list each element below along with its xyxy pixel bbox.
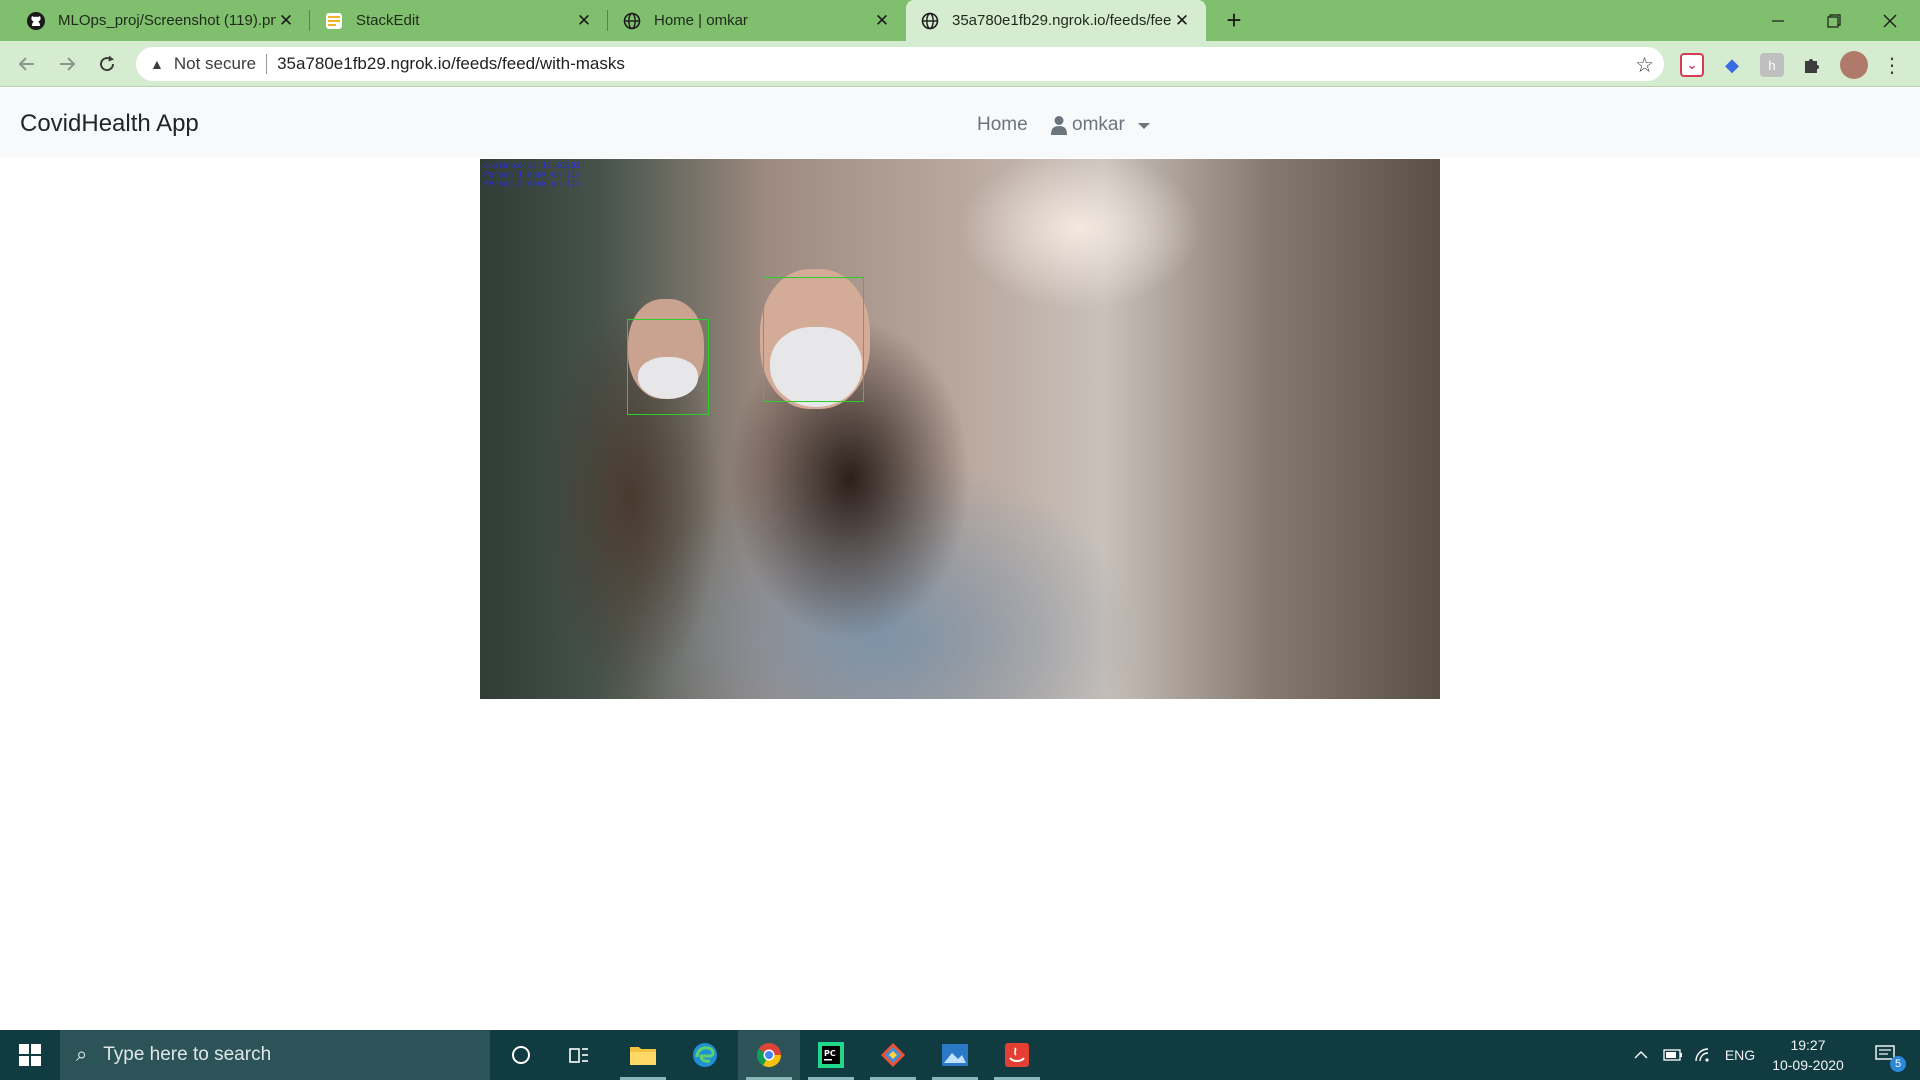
- stackedit-icon: [324, 11, 344, 31]
- minimize-icon[interactable]: [1750, 0, 1806, 41]
- nav-user-dropdown[interactable]: omkar: [1072, 114, 1125, 136]
- taskbar-search-box[interactable]: ⌕ Type here to search: [60, 1030, 490, 1080]
- tab-ngrok-feed[interactable]: 35a780e1fb29.ngrok.io/feeds/fee ✕: [906, 0, 1206, 41]
- user-icon: [1051, 116, 1067, 135]
- bookmark-star-icon[interactable]: ☆: [1635, 53, 1654, 78]
- url-text[interactable]: 35a780e1fb29.ngrok.io/feeds/feed/with-ma…: [277, 54, 625, 74]
- notification-center-icon[interactable]: 5: [1864, 1030, 1910, 1080]
- search-placeholder: Type here to search: [103, 1044, 272, 1065]
- browser-menu-icon[interactable]: ⋮: [1880, 53, 1904, 77]
- browser-toolbar: ▲ Not secure 35a780e1fb29.ngrok.io/feeds…: [0, 41, 1920, 87]
- photos-app-icon[interactable]: [924, 1030, 986, 1080]
- clock[interactable]: 19:27 10-09-2020: [1766, 1030, 1850, 1080]
- globe-icon: [622, 11, 642, 31]
- tab-home-omkar[interactable]: Home | omkar ✕: [608, 0, 906, 41]
- restore-icon[interactable]: [1806, 0, 1862, 41]
- face-bounding-box: [763, 277, 864, 402]
- close-tab-icon[interactable]: ✕: [276, 11, 296, 31]
- clock-time: 19:27: [1790, 1037, 1826, 1053]
- browser-tab-strip: MLOps_proj/Screenshot (119).pn ✕ StackEd…: [0, 0, 1920, 41]
- tab-title: MLOps_proj/Screenshot (119).pn: [58, 12, 276, 29]
- pycharm-icon[interactable]: PC: [800, 1030, 862, 1080]
- task-view-icon[interactable]: [548, 1030, 610, 1080]
- input-language[interactable]: ENG: [1720, 1030, 1760, 1080]
- file-explorer-icon[interactable]: [612, 1030, 674, 1080]
- forward-arrow-icon[interactable]: [52, 49, 82, 79]
- git-tool-icon[interactable]: [862, 1030, 924, 1080]
- notification-count-badge: 5: [1890, 1056, 1906, 1072]
- extension-gray-icon[interactable]: h: [1760, 53, 1784, 77]
- edge-browser-icon[interactable]: [674, 1030, 736, 1080]
- windows-taskbar: ⌕ Type here to search PC ENG 19:27 10-09…: [0, 1030, 1920, 1080]
- tab-title: StackEdit: [356, 12, 420, 29]
- close-window-icon[interactable]: [1862, 0, 1918, 41]
- address-bar[interactable]: ▲ Not secure 35a780e1fb29.ngrok.io/feeds…: [136, 47, 1664, 81]
- detection-overlay-text: distance is 11.01201 Person 1 mask on (1…: [484, 161, 581, 188]
- pocket-extension-icon[interactable]: ⌄: [1680, 53, 1704, 77]
- back-arrow-icon[interactable]: [12, 49, 42, 79]
- close-tab-icon[interactable]: ✕: [872, 11, 892, 31]
- new-tab-button[interactable]: +: [1220, 7, 1248, 35]
- globe-icon: [920, 11, 940, 31]
- reload-icon[interactable]: [92, 49, 122, 79]
- profile-avatar[interactable]: [1840, 51, 1868, 79]
- tab-github[interactable]: MLOps_proj/Screenshot (119).pn ✕: [12, 0, 310, 41]
- tab-title: Home | omkar: [654, 12, 748, 29]
- wifi-icon[interactable]: [1688, 1030, 1718, 1080]
- chrome-browser-icon[interactable]: [738, 1030, 800, 1080]
- extensions-puzzle-icon[interactable]: [1800, 53, 1824, 77]
- brand-logo-text[interactable]: CovidHealth App: [20, 110, 199, 138]
- tray-chevron-up-icon[interactable]: [1624, 1030, 1658, 1080]
- github-icon: [26, 11, 46, 31]
- nav-home-link[interactable]: Home: [977, 114, 1028, 136]
- tab-title: 35a780e1fb29.ngrok.io/feeds/fee: [952, 12, 1172, 29]
- search-icon: ⌕: [76, 1043, 88, 1066]
- security-label[interactable]: Not secure: [174, 54, 256, 74]
- extension-cap-icon[interactable]: ◆: [1720, 53, 1744, 77]
- clock-date: 10-09-2020: [1772, 1057, 1844, 1073]
- close-tab-icon[interactable]: ✕: [1172, 11, 1192, 31]
- warning-icon[interactable]: ▲: [150, 56, 164, 72]
- windows-start-icon[interactable]: [0, 1030, 60, 1080]
- mask-detection-video-feed: distance is 11.01201 Person 1 mask on (1…: [480, 159, 1440, 699]
- java-app-icon[interactable]: [986, 1030, 1048, 1080]
- site-navbar: CovidHealth App Home omkar: [0, 88, 1920, 158]
- svg-text:PC: PC: [824, 1049, 836, 1058]
- cortana-icon[interactable]: [490, 1030, 552, 1080]
- close-tab-icon[interactable]: ✕: [574, 11, 594, 31]
- battery-icon[interactable]: [1658, 1030, 1688, 1080]
- face-bounding-box: [627, 319, 709, 415]
- tab-stackedit[interactable]: StackEdit ✕: [310, 0, 608, 41]
- chevron-down-icon[interactable]: [1138, 123, 1150, 129]
